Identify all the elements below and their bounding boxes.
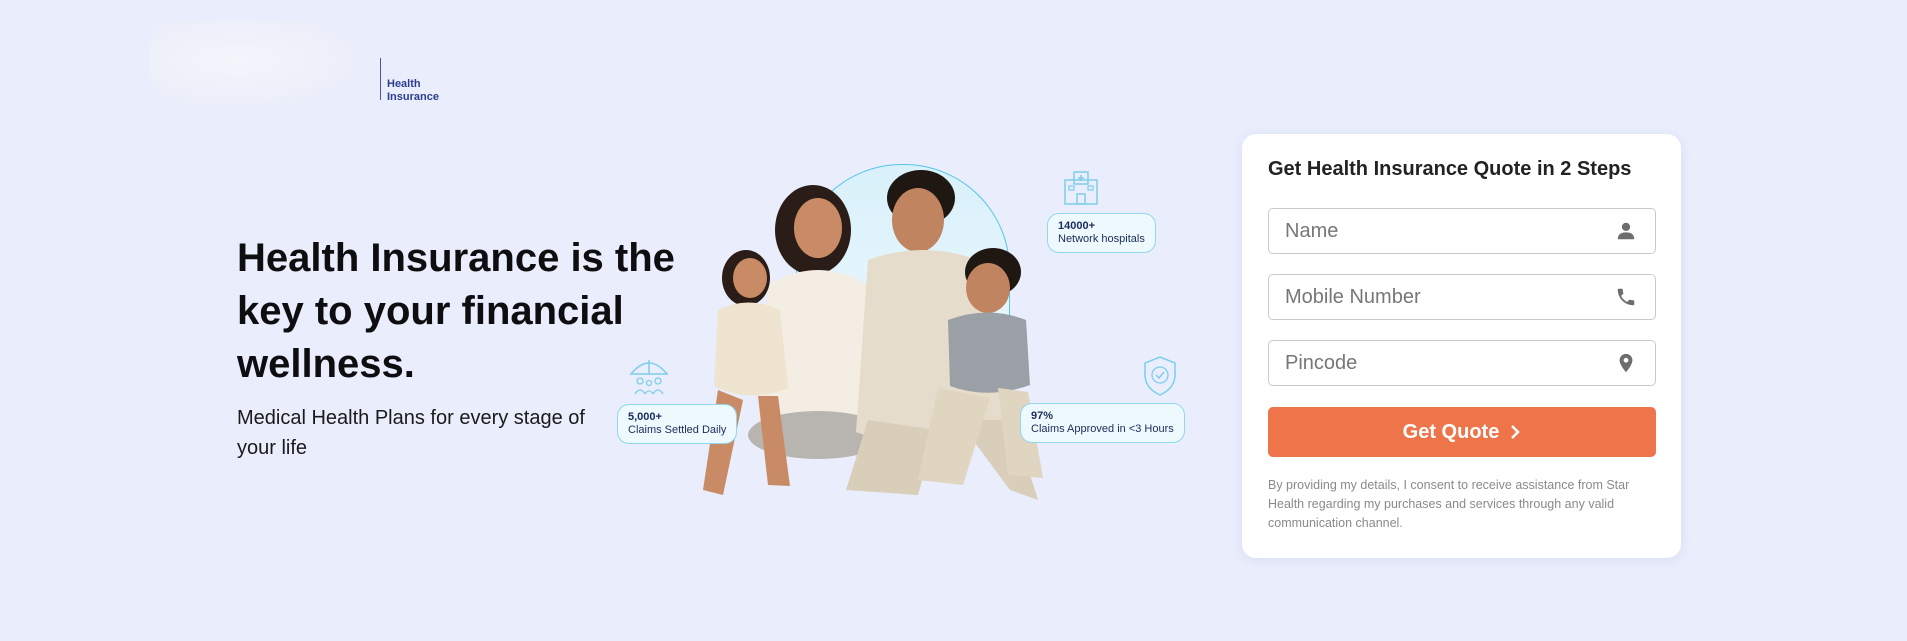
mobile-field[interactable] [1268,274,1656,320]
quote-form-card: Get Health Insurance Quote in 2 Steps Ge… [1242,134,1681,558]
stat-claims-settled: 5,000+ Claims Settled Daily [617,404,738,444]
chevron-right-icon [1511,425,1521,439]
stat-hospitals-label: Network hospitals [1058,233,1145,245]
family-illustration: 14000+ Network hospitals 5,000+ Claims S… [617,160,1198,520]
logo-text-line1: Health [387,78,421,90]
phone-icon [1617,288,1635,306]
stat-claims-settled-value: 5,000+ [628,411,662,423]
pincode-input[interactable] [1269,341,1605,385]
mobile-input[interactable] [1269,275,1605,319]
hero-subtitle: Medical Health Plans for every stage of … [237,407,585,459]
user-icon [1617,222,1635,240]
stat-hospitals-value: 14000+ [1058,220,1096,232]
logo-mark [150,20,370,110]
stat-claims-approved-value: 97% [1031,410,1054,422]
quote-form-title: Get Health Insurance Quote in 2 Steps [1268,158,1631,181]
logo-text-line2: Insurance [387,91,439,103]
stat-claims-settled-label: Claims Settled Daily [628,424,727,436]
location-pin-icon [1619,353,1633,373]
get-quote-label: Get Quote [1402,420,1500,443]
name-field[interactable] [1268,208,1656,254]
pincode-field[interactable] [1268,340,1656,386]
quote-form-title-prefix: Get Health Insurance Quote in [1268,158,1561,180]
consent-text: By providing my details, I consent to re… [1268,478,1630,530]
brand-logo[interactable]: Health Insurance [150,20,450,120]
stat-claims-approved-label: Claims Approved in <3 Hours [1031,423,1174,435]
logo-text: Health Insurance [387,78,467,104]
stat-network-hospitals: 14000+ Network hospitals [1047,213,1156,253]
umbrella-family-icon [629,360,669,395]
logo-divider [380,58,381,100]
stat-claims-approved: 97% Claims Approved in <3 Hours [1020,403,1185,443]
quote-form-title-steps: 2 Steps [1560,158,1632,180]
name-input[interactable] [1269,209,1605,253]
get-quote-button[interactable]: Get Quote [1268,407,1656,457]
shield-check-icon [1144,356,1176,396]
hospital-icon [1064,171,1098,205]
